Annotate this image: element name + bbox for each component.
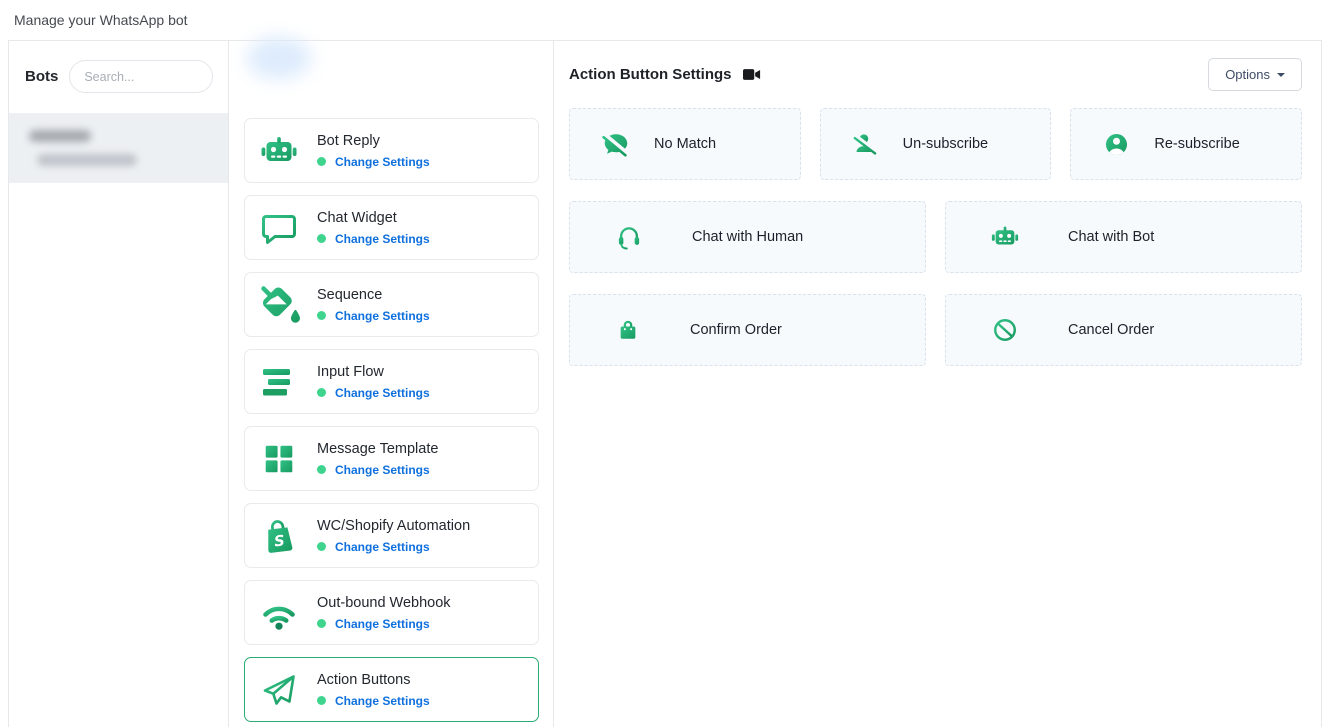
module-card-action-buttons[interactable]: Action Buttons Change Settings: [244, 657, 539, 722]
module-info: Action Buttons Change Settings: [317, 672, 430, 708]
module-card-outbound-webhook[interactable]: Out-bound Webhook Change Settings: [244, 580, 539, 645]
module-info: WC/Shopify Automation Change Settings: [317, 518, 470, 554]
status-dot: [317, 619, 326, 628]
status-dot: [317, 542, 326, 551]
action-tile-re-subscribe[interactable]: Re-subscribe: [1070, 108, 1302, 180]
action-tile-label: Cancel Order: [1068, 322, 1154, 338]
module-title: Action Buttons: [317, 672, 430, 688]
robot-icon: [258, 130, 300, 172]
action-tile-no-match[interactable]: No Match: [569, 108, 801, 180]
status-dot: [317, 234, 326, 243]
change-settings-link[interactable]: Change Settings: [335, 232, 430, 246]
module-info: Bot Reply Change Settings: [317, 133, 430, 169]
action-tile-confirm-order[interactable]: Confirm Order: [569, 294, 926, 366]
action-tile-row-2: Chat with Human Chat with Bot: [569, 201, 1302, 273]
sidebar-header: Bots: [9, 41, 228, 113]
module-title: Out-bound Webhook: [317, 595, 451, 611]
shopping-bag-icon: [614, 316, 642, 344]
module-info: Message Template Change Settings: [317, 441, 438, 477]
module-card-bot-reply[interactable]: Bot Reply Change Settings: [244, 118, 539, 183]
options-button-label: Options: [1225, 67, 1270, 82]
redacted-bot-name: [29, 130, 91, 142]
action-tile-un-subscribe[interactable]: Un-subscribe: [820, 108, 1052, 180]
bot-list-item-selected[interactable]: [9, 113, 228, 183]
change-settings-link[interactable]: Change Settings: [335, 463, 430, 477]
action-tile-label: No Match: [654, 136, 716, 152]
modules-list: Bot Reply Change Settings Chat Widget: [229, 41, 553, 722]
paper-plane-icon: [258, 669, 300, 711]
chat-bubble-icon: [258, 207, 300, 249]
user-slash-icon: [852, 130, 880, 158]
module-card-message-template[interactable]: Message Template Change Settings: [244, 426, 539, 491]
panel-title: Action Button Settings: [569, 66, 731, 83]
main-content: Bots: [8, 40, 1322, 727]
change-settings-link[interactable]: Change Settings: [335, 155, 430, 169]
user-circle-icon: [1102, 130, 1131, 159]
status-dot: [317, 388, 326, 397]
wifi-icon: [258, 592, 300, 634]
modules-column: Bot Reply Change Settings Chat Widget: [229, 41, 554, 727]
status-dot: [317, 157, 326, 166]
svg-text:S: S: [273, 532, 286, 550]
app-header: Manage your WhatsApp bot: [0, 0, 1323, 40]
page-title: Manage your WhatsApp bot: [14, 12, 188, 28]
status-dot: [317, 311, 326, 320]
comment-slash-icon: [601, 129, 631, 159]
bots-label: Bots: [25, 68, 58, 85]
action-tile-row-1: No Match Un-subscribe: [569, 108, 1302, 180]
change-settings-link[interactable]: Change Settings: [335, 617, 430, 631]
action-tile-cancel-order[interactable]: Cancel Order: [945, 294, 1302, 366]
module-title: WC/Shopify Automation: [317, 518, 470, 534]
status-dot: [317, 696, 326, 705]
headset-icon: [614, 222, 644, 252]
status-dot: [317, 465, 326, 474]
video-camera-icon[interactable]: [743, 68, 761, 81]
change-settings-link[interactable]: Change Settings: [335, 386, 430, 400]
action-tile-chat-with-human[interactable]: Chat with Human: [569, 201, 926, 273]
module-card-chat-widget[interactable]: Chat Widget Change Settings: [244, 195, 539, 260]
options-button[interactable]: Options: [1208, 58, 1302, 91]
module-info: Chat Widget Change Settings: [317, 210, 430, 246]
action-button-settings-panel: Action Button Settings Options: [554, 41, 1321, 727]
action-tile-chat-with-bot[interactable]: Chat with Bot: [945, 201, 1302, 273]
action-tile-label: Un-subscribe: [903, 136, 988, 152]
redacted-bot-phone: [37, 154, 137, 166]
module-info: Out-bound Webhook Change Settings: [317, 595, 451, 631]
action-tile-label: Chat with Bot: [1068, 229, 1154, 245]
module-info: Input Flow Change Settings: [317, 364, 430, 400]
fill-drip-icon: [258, 284, 300, 326]
robot-icon: [990, 222, 1020, 252]
action-tile-row-3: Confirm Order Cancel Order: [569, 294, 1302, 366]
module-card-wc-shopify[interactable]: S WC/Shopify Automation Change Settings: [244, 503, 539, 568]
bot-search-input[interactable]: [69, 60, 213, 93]
module-title: Input Flow: [317, 364, 430, 380]
module-card-input-flow[interactable]: Input Flow Change Settings: [244, 349, 539, 414]
chevron-down-icon: [1277, 73, 1285, 77]
change-settings-link[interactable]: Change Settings: [335, 540, 430, 554]
module-card-sequence[interactable]: Sequence Change Settings: [244, 272, 539, 337]
shopify-bag-icon: S: [258, 515, 300, 557]
module-title: Chat Widget: [317, 210, 430, 226]
action-tile-label: Chat with Human: [692, 229, 803, 245]
grid-icon: [258, 438, 300, 480]
change-settings-link[interactable]: Change Settings: [335, 694, 430, 708]
bots-sidebar: Bots: [9, 41, 229, 727]
action-tile-label: Re-subscribe: [1154, 136, 1239, 152]
module-title: Sequence: [317, 287, 430, 303]
module-title: Message Template: [317, 441, 438, 457]
action-tile-label: Confirm Order: [690, 322, 782, 338]
bars-icon: [258, 361, 300, 403]
ban-icon: [990, 315, 1020, 345]
change-settings-link[interactable]: Change Settings: [335, 309, 430, 323]
module-info: Sequence Change Settings: [317, 287, 430, 323]
panel-header: Action Button Settings Options: [569, 41, 1302, 108]
module-title: Bot Reply: [317, 133, 430, 149]
